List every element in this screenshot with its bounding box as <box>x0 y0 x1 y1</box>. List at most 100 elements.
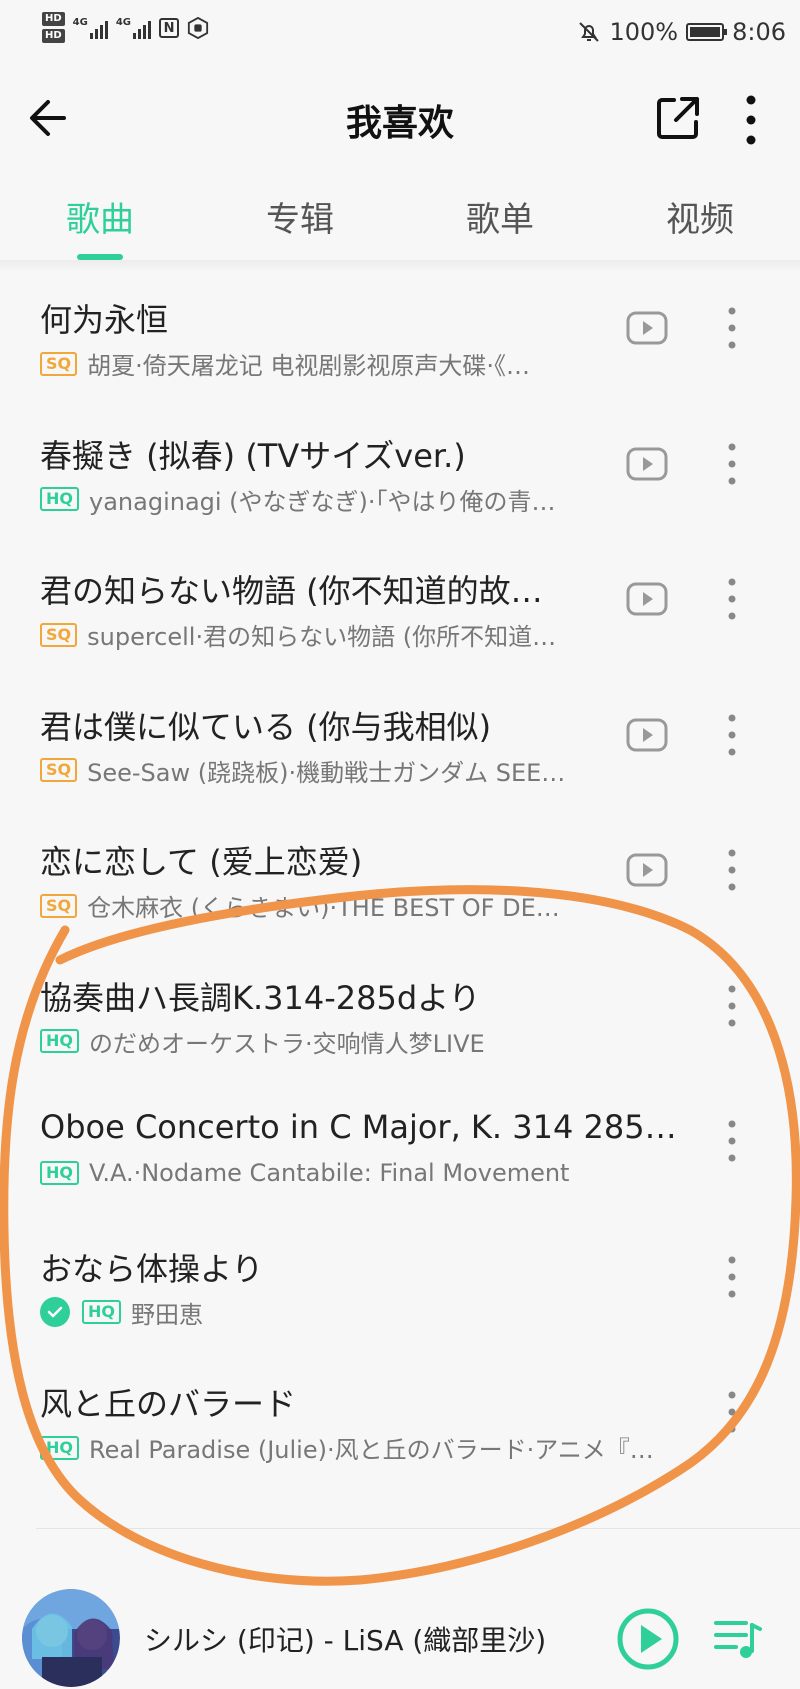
signal-bar <box>94 28 98 39</box>
list-end-divider <box>36 1528 800 1529</box>
playlist-icon[interactable] <box>712 1617 762 1661</box>
song-meta-row: SQ 仓木麻衣 (くらきまい)·THE BEST OF DE… <box>40 888 588 923</box>
song-title: 君は僕に似ている (你与我相似) <box>40 707 492 746</box>
signal-bar <box>133 32 137 39</box>
song-meta: 胡夏·倚天屠龙记 电视剧影视原声大碟·《… <box>87 352 531 380</box>
quality-badge: HQ <box>82 1300 121 1324</box>
quality-badge: HQ <box>40 1029 79 1053</box>
battery-percent: 100% <box>609 18 679 46</box>
network-type-1: 4G <box>72 16 88 28</box>
tab-songs[interactable]: 歌曲 <box>0 170 200 260</box>
song-row[interactable]: 何为永恒 SQ 胡夏·倚天屠龙记 电视剧影视原声大碟·《… <box>0 263 800 399</box>
more-vertical-icon[interactable] <box>720 305 744 351</box>
song-title: 春擬き (拟春) (TVサイズver.) <box>40 436 466 475</box>
song-row[interactable]: おなら体操より HQ 野田恵 <box>0 1212 800 1348</box>
signal-icon: 4G <box>73 17 108 39</box>
song-meta: V.A.·Nodame Cantabile: Final Movement <box>89 1159 570 1187</box>
song-meta-row: HQ のだめオーケストラ·交响情人梦LIVE <box>40 1024 692 1059</box>
song-row[interactable]: 協奏曲ハ長調K.314-285dより HQ のだめオーケストラ·交响情人梦LIV… <box>0 941 800 1077</box>
tab-playlists[interactable]: 歌单 <box>400 170 600 260</box>
more-vertical-icon[interactable] <box>720 441 744 487</box>
network-type-2: 4G <box>115 16 132 28</box>
check-circle-icon <box>40 1297 70 1327</box>
hd-badge-1: HD <box>42 12 65 26</box>
song-meta-row: SQ See-Saw (跷跷板)·機動戦士ガンダム SEE… <box>40 753 588 788</box>
song-meta-row: HQ 野田恵 <box>40 1295 692 1330</box>
quality-badge: SQ <box>40 622 78 647</box>
song-meta: supercell·君の知らない物語 (你所不知道… <box>87 623 557 651</box>
quality-badge: SQ <box>40 351 78 376</box>
song-meta: Real Paradise (Julie)·风と丘のバラード·アニメ『… <box>89 1436 654 1464</box>
clock: 8:06 <box>732 18 786 46</box>
song-title: 協奏曲ハ長調K.314-285dより <box>40 978 481 1017</box>
quality-badge: SQ <box>40 893 78 918</box>
play-video-icon[interactable] <box>626 853 668 887</box>
play-video-icon[interactable] <box>626 447 668 481</box>
song-row[interactable]: 恋に恋して (爱上恋爱) SQ 仓木麻衣 (くらきまい)·THE BEST OF… <box>0 805 800 941</box>
song-title: 风と丘のバラード <box>40 1385 297 1423</box>
song-row[interactable]: 君の知らない物語 (你不知道的故… SQ supercell·君の知らない物語 … <box>0 534 800 670</box>
more-vertical-icon[interactable] <box>720 576 744 622</box>
battery-icon <box>686 23 728 41</box>
play-video-icon[interactable] <box>626 311 668 345</box>
more-vertical-icon[interactable] <box>720 983 744 1029</box>
song-meta-row: SQ 胡夏·倚天屠龙记 电视剧影视原声大碟·《… <box>40 346 588 381</box>
signal-bar <box>99 24 103 39</box>
song-meta: See-Saw (跷跷板)·機動戦士ガンダム SEE… <box>87 758 566 787</box>
quality-badge: HQ <box>40 487 79 511</box>
hand-icon <box>187 16 209 39</box>
status-right: 100% 8:06 <box>577 18 786 46</box>
song-meta: のだめオーケストラ·交响情人梦LIVE <box>89 1029 485 1058</box>
song-row[interactable]: 君は僕に似ている (你与我相似) SQ See-Saw (跷跷板)·機動戦士ガン… <box>0 670 800 806</box>
more-vertical-icon[interactable] <box>720 1254 744 1300</box>
share-icon[interactable] <box>652 92 704 144</box>
more-vertical-icon[interactable] <box>720 712 744 758</box>
signal-bar <box>138 28 142 39</box>
song-row[interactable]: 风と丘のバラード HQ Real Paradise (Julie)·风と丘のバラ… <box>0 1347 800 1483</box>
nfc-icon: N <box>159 17 180 38</box>
song-meta: 野田恵 <box>131 1300 203 1329</box>
play-circle-icon[interactable] <box>616 1607 680 1671</box>
status-bar: HD HD 4G 4G N 100% 8:06 <box>0 0 800 70</box>
more-vertical-icon[interactable] <box>720 847 744 893</box>
check-mark <box>47 1306 63 1318</box>
song-meta-row: HQ yanaginagi (やなぎなぎ)·「やはり俺の青… <box>40 482 588 517</box>
tab-bar: 歌曲 专辑 歌单 视频 <box>0 170 800 260</box>
album-cover[interactable] <box>22 1589 120 1687</box>
play-video-icon[interactable] <box>626 718 668 752</box>
now-playing-title[interactable]: シルシ (印记) - LiSA (織部里沙) <box>144 1619 546 1659</box>
more-vertical-icon[interactable] <box>736 92 766 148</box>
quality-badge: HQ <box>40 1161 79 1185</box>
song-title: 君の知らない物語 (你不知道的故… <box>40 572 543 610</box>
quality-badge: SQ <box>40 758 78 782</box>
song-meta-row: HQ Real Paradise (Julie)·风と丘のバラード·アニメ『… <box>40 1430 692 1465</box>
song-title: 何为永恒 <box>40 301 169 339</box>
tab-albums[interactable]: 专辑 <box>200 170 400 260</box>
signal-bar <box>148 20 152 39</box>
song-title: おなら体操より <box>40 1249 264 1288</box>
song-row[interactable]: Oboe Concerto in C Major, K. 314 285d -…… <box>0 1076 800 1212</box>
song-meta: yanaginagi (やなぎなぎ)·「やはり俺の青… <box>89 487 556 516</box>
song-row[interactable]: 春擬き (拟春) (TVサイズver.) HQ yanaginagi (やなぎな… <box>0 399 800 535</box>
song-meta-row: SQ supercell·君の知らない物語 (你所不知道… <box>40 617 588 652</box>
tab-videos[interactable]: 视频 <box>600 170 800 260</box>
song-title: Oboe Concerto in C Major, K. 314 285d -… <box>40 1108 692 1146</box>
more-vertical-icon[interactable] <box>720 1118 744 1164</box>
song-list: 何为永恒 SQ 胡夏·倚天屠龙记 电视剧影视原声大碟·《… 春擬き (拟春) (… <box>0 263 800 1483</box>
signal-bar <box>104 20 108 39</box>
app-header: 我喜欢 <box>0 70 800 170</box>
song-title: 恋に恋して (爱上恋爱) <box>40 843 363 881</box>
signal-icon: 4G <box>115 16 152 39</box>
signal-bar <box>89 32 93 39</box>
play-video-icon[interactable] <box>626 582 668 616</box>
hd-indicators: HD HD <box>42 12 65 43</box>
status-left: HD HD 4G 4G N <box>42 12 209 43</box>
song-meta-row: HQ V.A.·Nodame Cantabile: Final Movement <box>40 1159 692 1187</box>
hd-badge-2: HD <box>42 29 65 43</box>
signal-bar <box>143 24 147 39</box>
mini-player[interactable]: シルシ (印记) - LiSA (織部里沙) <box>0 1589 800 1689</box>
song-meta: 仓木麻衣 (くらきまい)·THE BEST OF DE… <box>87 894 560 922</box>
quality-badge: HQ <box>40 1435 79 1460</box>
more-vertical-icon[interactable] <box>720 1389 744 1435</box>
bell-off-icon <box>579 22 600 42</box>
